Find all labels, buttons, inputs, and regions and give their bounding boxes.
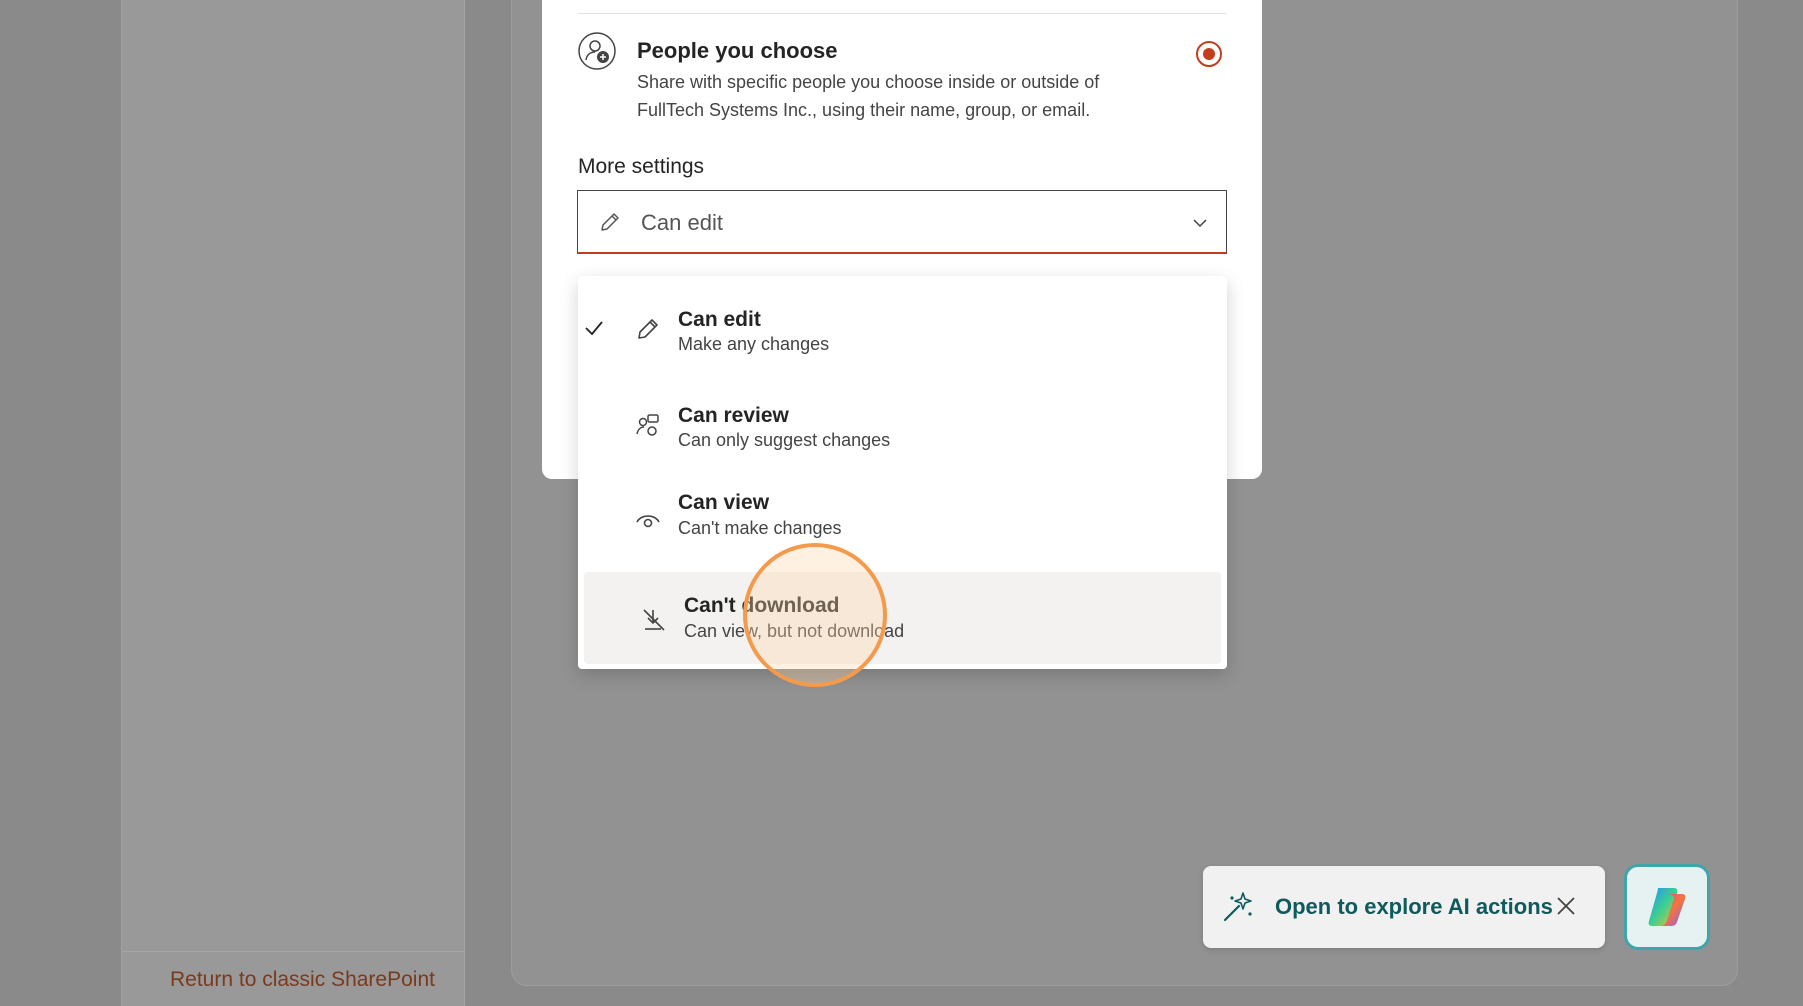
people-you-choose-radio[interactable]: [1196, 41, 1222, 67]
radio-selected-dot: [1203, 48, 1215, 60]
chevron-down-icon: [1193, 219, 1207, 228]
return-to-classic-link[interactable]: Return to classic SharePoint: [170, 968, 435, 992]
left-navigation-pane: Return to classic SharePoint: [121, 0, 465, 1006]
menu-item-title: Can edit: [678, 308, 761, 331]
menu-item-cant-download[interactable]: Can't download Can view, but not downloa…: [584, 572, 1221, 664]
people-you-choose-title: People you choose: [637, 38, 838, 63]
people-you-choose-description: Share with specific people you choose in…: [637, 72, 1100, 120]
left-pane-divider: [122, 951, 464, 952]
menu-item-subtitle: Make any changes: [678, 334, 830, 354]
close-icon[interactable]: [1555, 895, 1577, 917]
checkmark-icon: [585, 321, 603, 336]
click-highlight-ring: [743, 543, 887, 687]
menu-item-subtitle: Can only suggest changes: [678, 430, 891, 450]
copilot-toast[interactable]: Open to explore AI actions: [1203, 866, 1605, 948]
copilot-toast-text: Open to explore AI actions: [1275, 894, 1553, 919]
copilot-button[interactable]: [1624, 864, 1710, 950]
permission-dropdown-value: Can edit: [641, 210, 723, 235]
menu-item-can-view[interactable]: Can view Can't make changes: [578, 467, 1227, 559]
sparkle-icon: [1223, 892, 1252, 922]
menu-item-can-review[interactable]: Can review Can only suggest changes: [578, 372, 1227, 464]
no-download-icon: [643, 609, 665, 631]
dialog-divider: [578, 13, 1226, 14]
menu-item-can-edit[interactable]: Can edit Make any changes: [578, 276, 1227, 368]
menu-item-title: Can review: [678, 404, 789, 427]
more-settings-label: More settings: [578, 155, 705, 178]
eye-icon: [636, 515, 660, 528]
menu-item-subtitle: Can't make changes: [678, 518, 842, 538]
people-add-icon: [578, 32, 616, 70]
menu-item-title: Can view: [678, 491, 770, 514]
copilot-logo-icon: [1648, 888, 1686, 926]
permission-options-menu: Can edit Make any changes Can review Can…: [578, 276, 1227, 669]
pencil-icon: [638, 319, 658, 339]
review-icon: [636, 414, 659, 436]
permission-dropdown[interactable]: Can edit: [577, 190, 1227, 254]
pencil-icon: [601, 213, 619, 231]
